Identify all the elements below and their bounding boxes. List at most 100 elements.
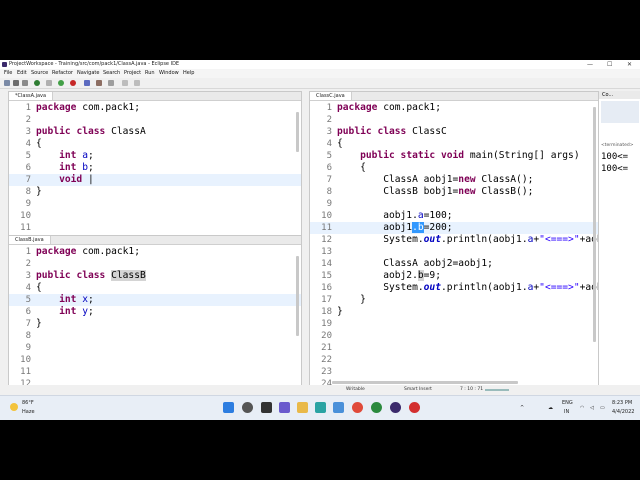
code-line[interactable]: 11 bbox=[9, 222, 301, 234]
menu-search[interactable]: Search bbox=[103, 69, 120, 78]
menu-run[interactable]: Run bbox=[145, 69, 155, 78]
coverage-icon[interactable] bbox=[70, 80, 76, 86]
code-line[interactable]: 3 public class ClassA bbox=[9, 126, 301, 138]
minimize-icon[interactable]: — bbox=[587, 60, 593, 69]
code-line[interactable]: 10 bbox=[9, 354, 301, 366]
code-line[interactable]: 5 public static void main(String[] args) bbox=[310, 150, 598, 162]
code-line[interactable]: 8 ClassB bobj1=new ClassB(); bbox=[310, 186, 598, 198]
open-type-icon[interactable] bbox=[96, 80, 102, 86]
code-line[interactable]: 4{ bbox=[9, 138, 301, 150]
code-line[interactable]: 10 bbox=[9, 210, 301, 222]
tab-console[interactable]: Co... bbox=[599, 91, 640, 99]
code-line[interactable]: 1 package com.pack1; bbox=[9, 102, 301, 114]
chevron-up-icon[interactable]: ^ bbox=[520, 405, 524, 411]
save-icon[interactable] bbox=[13, 80, 19, 86]
code-line[interactable]: 9 bbox=[310, 198, 598, 210]
menu-refactor[interactable]: Refactor bbox=[52, 69, 73, 78]
scrollbar[interactable] bbox=[296, 256, 299, 336]
code-line[interactable]: 3 public class ClassC bbox=[310, 126, 598, 138]
tab-classa[interactable]: *ClassA.java bbox=[9, 92, 54, 100]
code-line[interactable]: 4{ bbox=[310, 138, 598, 150]
chat-icon[interactable] bbox=[279, 402, 290, 413]
code-line[interactable]: 9 bbox=[9, 198, 301, 210]
menu-help[interactable]: Help bbox=[183, 69, 194, 78]
code-line[interactable]: 6 { bbox=[310, 162, 598, 174]
code-area-classa[interactable]: 1 package com.pack1; 2 3 public class ClassA… bbox=[9, 102, 301, 235]
code-area-classb[interactable]: 1 package com.pack1; 2 3 public class ClassB… bbox=[9, 246, 301, 386]
code-line[interactable]: 14 ClassA aobj2=aobj1; bbox=[310, 258, 598, 270]
code-line[interactable]: 6 int y; bbox=[9, 306, 301, 318]
app-l-icon[interactable] bbox=[315, 402, 326, 413]
scrollbar[interactable] bbox=[296, 112, 299, 152]
battery-icon[interactable]: ▭ bbox=[600, 405, 605, 411]
file-explorer-icon[interactable] bbox=[297, 402, 308, 413]
code-line[interactable]: 20 bbox=[310, 330, 598, 342]
code-line[interactable]: 8 bbox=[9, 330, 301, 342]
search-icon[interactable] bbox=[242, 402, 253, 413]
back-icon[interactable] bbox=[122, 80, 128, 86]
chrome-icon[interactable] bbox=[352, 402, 363, 413]
menu-project[interactable]: Project bbox=[124, 69, 141, 78]
code-line[interactable]: 11 aobj1.b=200; bbox=[310, 222, 598, 234]
tab-classb[interactable]: ClassB.java bbox=[9, 236, 51, 244]
edge-icon[interactable] bbox=[371, 402, 382, 413]
scrollbar[interactable] bbox=[593, 107, 596, 342]
code-line[interactable]: 2 bbox=[310, 114, 598, 126]
code-line[interactable]: 7 ClassA aobj1=new ClassA(); bbox=[310, 174, 598, 186]
code-line[interactable]: 7 void | bbox=[9, 174, 301, 186]
menu-file[interactable]: File bbox=[4, 69, 12, 78]
save-all-icon[interactable] bbox=[22, 80, 28, 86]
eclipse-taskbar-icon[interactable] bbox=[390, 402, 401, 413]
code-line[interactable]: 18} bbox=[310, 306, 598, 318]
code-line[interactable]: 21 bbox=[310, 342, 598, 354]
stop-icon[interactable] bbox=[46, 80, 52, 86]
task-view-icon[interactable] bbox=[261, 402, 272, 413]
clock-time[interactable]: 8:23 PM bbox=[612, 400, 632, 406]
code-line[interactable]: 12 System.out.println(aobj1.a+"<===>"+ao… bbox=[310, 234, 598, 246]
search-icon[interactable] bbox=[108, 80, 114, 86]
code-line[interactable]: 11 bbox=[9, 366, 301, 378]
code-line[interactable]: 22 bbox=[310, 354, 598, 366]
code-line[interactable]: 19 bbox=[310, 318, 598, 330]
code-line[interactable]: 6 int b; bbox=[9, 162, 301, 174]
app-red-icon[interactable] bbox=[409, 402, 420, 413]
code-line[interactable]: 17 } bbox=[310, 294, 598, 306]
code-line[interactable]: 2 bbox=[9, 114, 301, 126]
volume-icon[interactable]: ◁ bbox=[590, 405, 594, 411]
language-secondary[interactable]: IN bbox=[564, 409, 569, 415]
mail-icon[interactable] bbox=[333, 402, 344, 413]
forward-icon[interactable] bbox=[134, 80, 140, 86]
maximize-icon[interactable]: ☐ bbox=[607, 60, 612, 69]
code-line[interactable]: 7} bbox=[9, 318, 301, 330]
menu-edit[interactable]: Edit bbox=[17, 69, 27, 78]
close-icon[interactable]: ✕ bbox=[627, 60, 632, 69]
code-line[interactable]: 5 int x; bbox=[9, 294, 301, 306]
code-line[interactable]: 1 package com.pack1; bbox=[310, 102, 598, 114]
code-line[interactable]: 13 bbox=[310, 246, 598, 258]
tab-classc[interactable]: ClassC.java bbox=[310, 92, 352, 100]
code-line[interactable]: 23 bbox=[310, 366, 598, 378]
new-file-icon[interactable] bbox=[4, 80, 10, 86]
code-line[interactable]: 16 System.out.println(aobj1.a+"<===>"+ao… bbox=[310, 282, 598, 294]
cloud-icon[interactable]: ☁ bbox=[548, 405, 553, 411]
menu-window[interactable]: Window bbox=[159, 69, 179, 78]
wifi-icon[interactable]: ◠ bbox=[580, 405, 584, 411]
code-line[interactable]: 5 int a; bbox=[9, 150, 301, 162]
code-line[interactable]: 4{ bbox=[9, 282, 301, 294]
code-area-classc[interactable]: 1 package com.pack1; 2 3 public class ClassC… bbox=[310, 102, 598, 386]
run-icon[interactable] bbox=[58, 80, 64, 86]
new-class-icon[interactable] bbox=[84, 80, 90, 86]
menu-navigate[interactable]: Navigate bbox=[77, 69, 99, 78]
horizontal-scrollbar[interactable] bbox=[332, 381, 518, 384]
code-line[interactable]: 15 aobj2.b=9; bbox=[310, 270, 598, 282]
start-icon[interactable] bbox=[223, 402, 234, 413]
language-primary[interactable]: ENG bbox=[562, 400, 573, 406]
code-line[interactable]: 8} bbox=[9, 186, 301, 198]
menu-source[interactable]: Source bbox=[31, 69, 48, 78]
debug-icon[interactable] bbox=[34, 80, 40, 86]
clock-date[interactable]: 4/4/2022 bbox=[612, 409, 634, 415]
code-line[interactable]: 10 aobj1.a=100; bbox=[310, 210, 598, 222]
code-line[interactable]: 1 package com.pack1; bbox=[9, 246, 301, 258]
code-line[interactable]: 3 public class ClassB bbox=[9, 270, 301, 282]
code-line[interactable]: 9 bbox=[9, 342, 301, 354]
